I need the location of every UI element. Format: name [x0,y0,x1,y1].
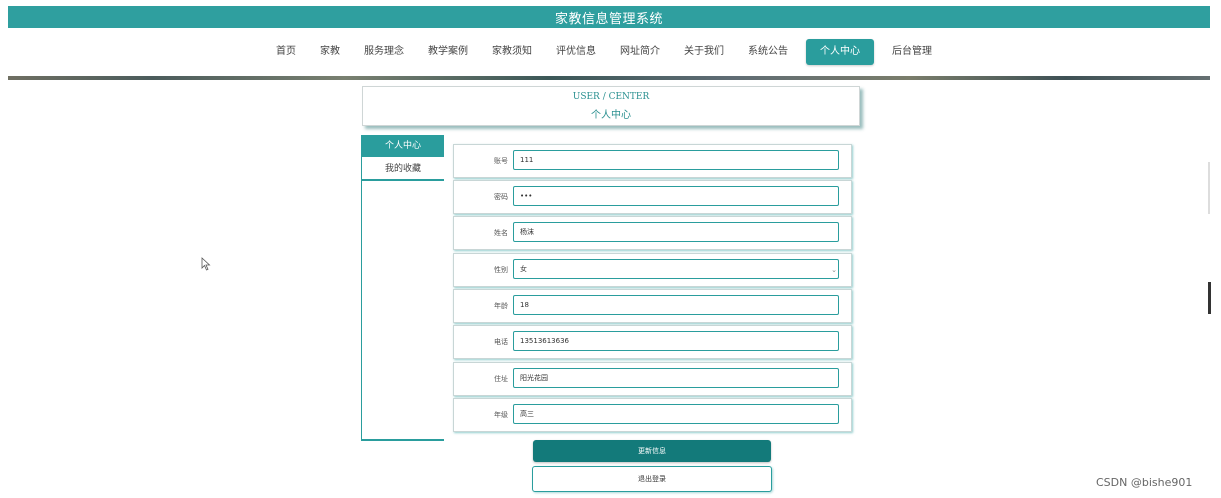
form-row-gender: 性别 女 ⌄ [453,253,852,287]
phone-input[interactable] [513,331,839,351]
password-input[interactable]: ••• [513,186,839,206]
field-label: 姓名 [494,229,508,237]
field-label: 性别 [494,266,508,274]
field-label: 年级 [494,411,508,419]
logout-button[interactable]: 退出登录 [532,466,772,492]
form-row-age: 年龄 [453,289,852,323]
grade-input[interactable] [513,404,839,424]
nav-item-teaching-cases[interactable]: 教学案例 [416,39,480,65]
banner-strip [8,76,1210,80]
field-label: 住址 [494,375,508,383]
field-label: 年龄 [494,302,508,310]
form-row-password: 密码 ••• [453,180,852,214]
field-label: 密码 [494,193,508,201]
form-row-name: 姓名 [453,216,852,250]
nav-item-admin[interactable]: 后台管理 [880,39,944,65]
mouse-pointer-icon [201,257,211,271]
nav-item-excellence-info[interactable]: 评优信息 [544,39,608,65]
page-title-en: USER / CENTER [572,92,650,102]
page-title-zh: 个人中心 [591,110,631,121]
nav-list: 首页 家教 服务理念 教学案例 家教须知 评优信息 网址简介 关于我们 系统公告… [276,39,944,65]
name-input[interactable] [513,222,839,242]
nav-item-about-us[interactable]: 关于我们 [672,39,736,65]
nav-item-announcements[interactable]: 系统公告 [736,39,800,65]
form-row-account: 账号 [453,144,852,178]
field-label: 电话 [494,338,508,346]
nav-item-home[interactable]: 首页 [276,39,308,65]
account-input[interactable] [513,150,839,170]
age-input[interactable] [513,295,839,315]
site-header: 家教信息管理系统 [8,6,1210,28]
nav-item-site-intro[interactable]: 网址简介 [608,39,672,65]
main-nav: 首页 家教 服务理念 教学案例 家教须知 评优信息 网址简介 关于我们 系统公告… [0,28,1221,76]
scrollbar-track[interactable] [1208,162,1210,214]
nav-item-personal-center[interactable]: 个人中心 [806,39,874,65]
site-title: 家教信息管理系统 [554,11,663,27]
gender-select-value: 女 [520,265,527,273]
form-row-address: 住址 [453,362,852,396]
page-title: USER / CENTER 个人中心 [362,86,860,126]
gender-select[interactable]: 女 [513,259,839,279]
nav-item-tutor-notice[interactable]: 家教须知 [480,39,544,65]
form-row-phone: 电话 [453,325,852,359]
sidebar-item-favorites[interactable]: 我的收藏 [362,158,444,181]
scrollbar-thumb[interactable] [1208,282,1211,314]
watermark: CSDN @bishe901 [1096,476,1193,489]
address-input[interactable] [513,368,839,388]
nav-item-tutor[interactable]: 家教 [308,39,352,65]
sidebar-item-personal-center[interactable]: 个人中心 [362,135,444,157]
chevron-down-icon: ⌄ [831,266,837,274]
nav-item-service-philosophy[interactable]: 服务理念 [352,39,416,65]
field-label: 账号 [494,157,508,165]
update-info-button[interactable]: 更新信息 [533,440,771,462]
form-row-grade: 年级 [453,398,852,432]
sidebar: 个人中心 我的收藏 [361,135,444,441]
